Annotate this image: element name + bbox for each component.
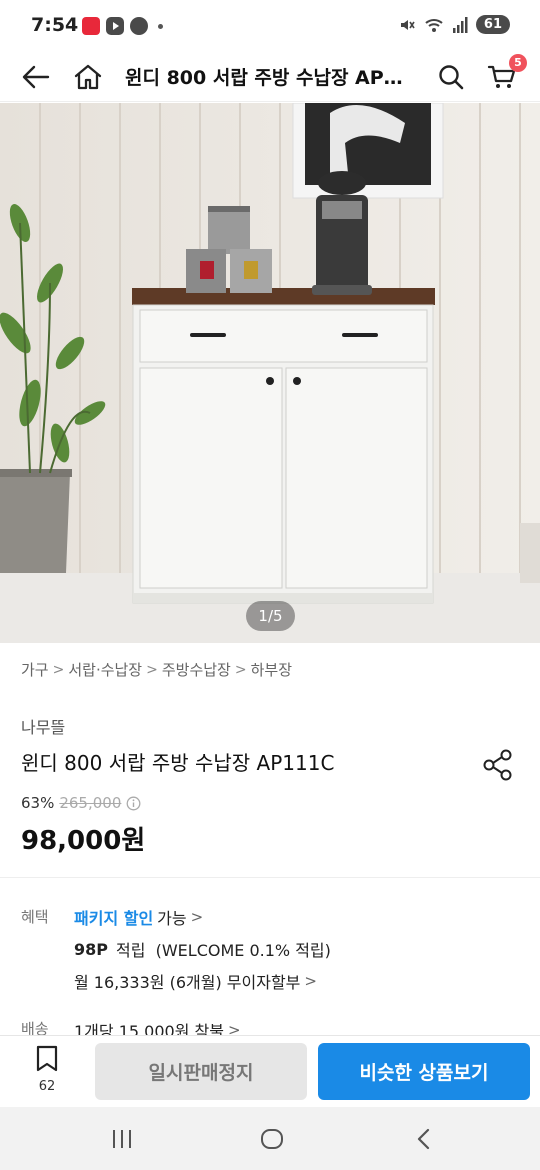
notification-icons xyxy=(82,17,163,35)
recent-apps-icon xyxy=(113,1130,131,1148)
product-photo xyxy=(0,103,540,643)
app-icon-red xyxy=(82,17,100,35)
back-arrow-icon xyxy=(22,65,50,89)
product-name: 윈디 800 서랍 주방 수납장 AP111C xyxy=(21,751,335,775)
app-bar: 윈디 800 서랍 주방 수납장 AP… 5 xyxy=(0,52,540,102)
mute-icon xyxy=(400,19,415,30)
wifi-icon xyxy=(425,18,443,32)
original-price: 265,000 xyxy=(59,794,122,812)
package-discount-row[interactable]: 패키지 할인 가능 > xyxy=(74,905,203,929)
home-button[interactable] xyxy=(71,60,105,94)
installment-row[interactable]: 월 16,333원 (6개월) 무이자할부 > xyxy=(74,969,317,993)
search-button[interactable] xyxy=(434,60,468,94)
section-divider xyxy=(0,877,540,878)
chevron-right-icon: > xyxy=(52,661,65,678)
back-button[interactable] xyxy=(19,60,53,94)
share-button[interactable] xyxy=(482,748,514,782)
package-discount-link[interactable]: 패키지 할인 xyxy=(74,905,153,929)
benefit-label: 혜택 xyxy=(21,908,49,926)
points-row: 98P 적립 (WELCOME 0.1% 적립) xyxy=(74,937,331,961)
back-nav-button[interactable] xyxy=(404,1123,444,1155)
installment-text: 월 16,333원 (6개월) 무이자할부 xyxy=(74,973,301,992)
system-icons: 61 xyxy=(398,15,510,34)
bottom-action-bar: 62 일시판매정지 비슷한 상품보기 xyxy=(0,1035,540,1107)
sale-price: 98,000원 xyxy=(21,826,146,856)
home-icon xyxy=(74,64,102,90)
discount-row: 63% 265,000 xyxy=(21,794,141,812)
points-value: 98P xyxy=(74,939,108,959)
more-notifications-icon xyxy=(158,23,163,29)
youtube-icon xyxy=(106,17,124,35)
system-nav-bar xyxy=(0,1107,540,1170)
bookmark-button[interactable]: 62 xyxy=(25,1045,69,1094)
bookmark-count: 62 xyxy=(38,1079,56,1094)
brand-name[interactable]: 나무뜰 xyxy=(21,714,65,738)
breadcrumb-item[interactable]: 하부장 xyxy=(251,659,292,680)
share-icon xyxy=(483,749,512,781)
breadcrumb-item[interactable]: 가구 xyxy=(21,659,49,680)
image-pager-indicator: 1/5 xyxy=(246,601,295,631)
breadcrumb-item[interactable]: 주방수납장 xyxy=(162,659,231,680)
breadcrumb-item[interactable]: 서랍·수납장 xyxy=(68,659,142,680)
cart-count-badge: 5 xyxy=(509,54,527,72)
home-nav-button[interactable] xyxy=(252,1123,292,1155)
search-icon xyxy=(439,65,464,90)
product-image-carousel[interactable] xyxy=(0,103,540,643)
chevron-right-icon: > xyxy=(234,661,247,678)
talk-icon xyxy=(130,17,148,35)
back-chevron-icon xyxy=(417,1128,430,1150)
signal-icon xyxy=(452,16,468,33)
status-bar: 7:54 61 xyxy=(0,0,540,52)
battery-indicator: 61 xyxy=(475,15,510,34)
page-title: 윈디 800 서랍 주방 수납장 AP… xyxy=(125,67,403,89)
recent-apps-button[interactable] xyxy=(102,1123,142,1155)
status-time: 7:54 xyxy=(31,14,79,36)
breadcrumb: 가구 > 서랍·수납장 > 주방수납장 > 하부장 xyxy=(21,659,292,680)
chevron-right-icon: > xyxy=(304,972,317,990)
home-circle-icon xyxy=(261,1129,283,1149)
info-icon[interactable] xyxy=(126,796,141,811)
package-discount-suffix: 가능 xyxy=(157,909,187,928)
similar-products-button[interactable]: 비슷한 상품보기 xyxy=(318,1043,530,1100)
temporarily-unavailable-button[interactable]: 일시판매정지 xyxy=(95,1043,307,1100)
cart-button[interactable]: 5 xyxy=(485,54,527,94)
chevron-right-icon: > xyxy=(190,908,204,926)
bookmark-icon xyxy=(36,1045,58,1072)
discount-rate: 63% xyxy=(21,794,55,812)
points-text: 적립 (WELCOME 0.1% 적립) xyxy=(116,941,331,960)
chevron-right-icon: > xyxy=(146,661,158,678)
